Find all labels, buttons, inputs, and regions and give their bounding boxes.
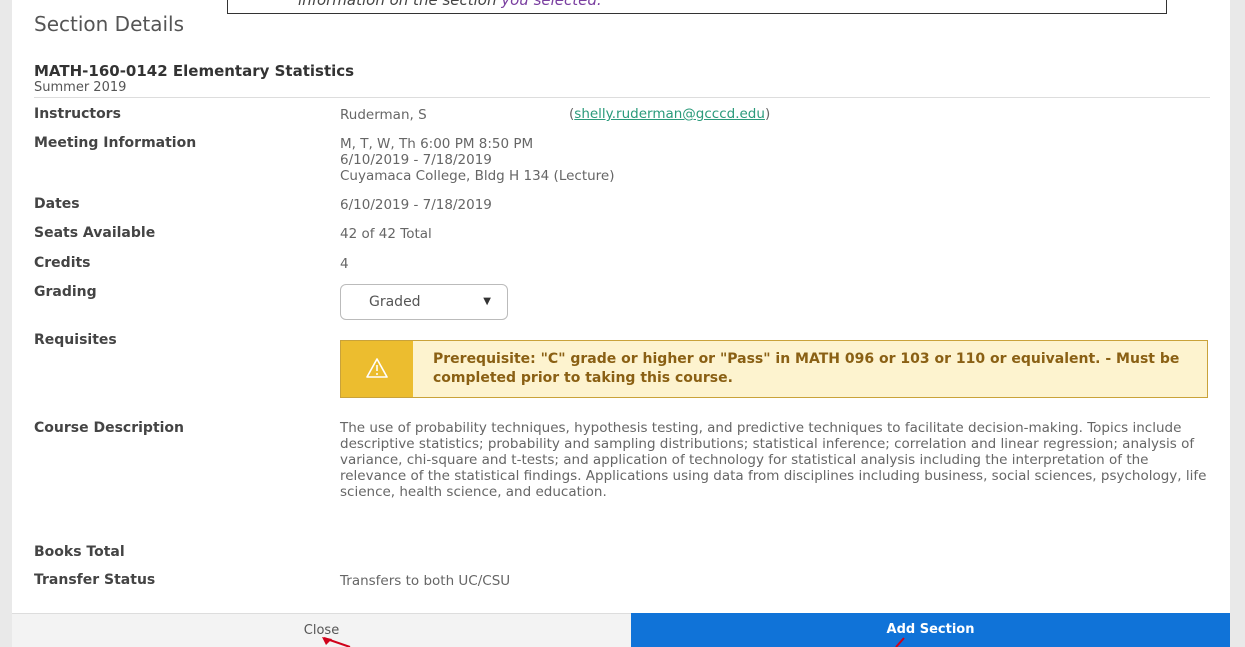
dates-value: 6/10/2019 - 7/18/2019 (340, 197, 492, 213)
warning-icon-box (341, 341, 413, 397)
meeting-days: M, T, W, Th 6:00 PM 8:50 PM (340, 136, 534, 152)
seats-label: Seats Available (34, 225, 156, 241)
credits-value: 4 (340, 256, 349, 272)
background-page-left (0, 0, 12, 647)
dates-label: Dates (34, 196, 80, 212)
callout-text: information on the section (298, 0, 502, 9)
meeting-dates: 6/10/2019 - 7/18/2019 (340, 152, 492, 168)
term-label: Summer 2019 (34, 80, 127, 95)
requisite-text: Prerequisite: "C" grade or higher or "Pa… (433, 351, 1180, 386)
modal-footer: Close Add Section (12, 613, 1230, 647)
add-section-button[interactable]: Add Section (631, 613, 1230, 647)
books-total-label: Books Total (34, 544, 125, 560)
instructor-email-link[interactable]: shelly.ruderman@gcccd.edu (574, 106, 765, 122)
transfer-status-value: Transfers to both UC/CSU (340, 573, 511, 589)
instructor-email: (shelly.ruderman@gcccd.edu) (569, 106, 771, 122)
seats-value: 42 of 42 Total (340, 226, 432, 242)
meeting-info-label: Meeting Information (34, 135, 197, 151)
credits-label: Credits (34, 255, 91, 271)
requisites-label: Requisites (34, 332, 117, 348)
instructors-label: Instructors (34, 106, 121, 122)
chevron-down-icon: ▼ (483, 296, 491, 307)
grading-label: Grading (34, 284, 97, 300)
callout-emphasis: you selected. (501, 0, 602, 9)
course-description-text: The use of probability techniques, hypot… (340, 420, 1207, 500)
grading-select[interactable]: Graded ▼ (340, 284, 508, 320)
section-details-modal: Section Details MATH-160-0142 Elementary… (12, 0, 1230, 647)
divider (34, 97, 1210, 98)
grading-selected-value: Graded (369, 294, 421, 310)
course-title: MATH-160-0142 Elementary Statistics (34, 62, 355, 80)
annotation-arrow-add (895, 637, 905, 647)
background-page-right (1230, 0, 1245, 647)
meeting-location: Cuyamaca College, Bldg H 134 (Lecture) (340, 168, 615, 184)
tutorial-callout: information on the section you selected. (227, 0, 1167, 14)
annotation-arrow-close (322, 637, 351, 647)
transfer-status-label: Transfer Status (34, 572, 156, 588)
warning-icon (366, 358, 388, 378)
instructor-name: Ruderman, S (340, 107, 427, 123)
requisite-alert: Prerequisite: "C" grade or higher or "Pa… (340, 340, 1208, 398)
modal-title: Section Details (34, 12, 184, 36)
course-description-label: Course Description (34, 420, 185, 436)
